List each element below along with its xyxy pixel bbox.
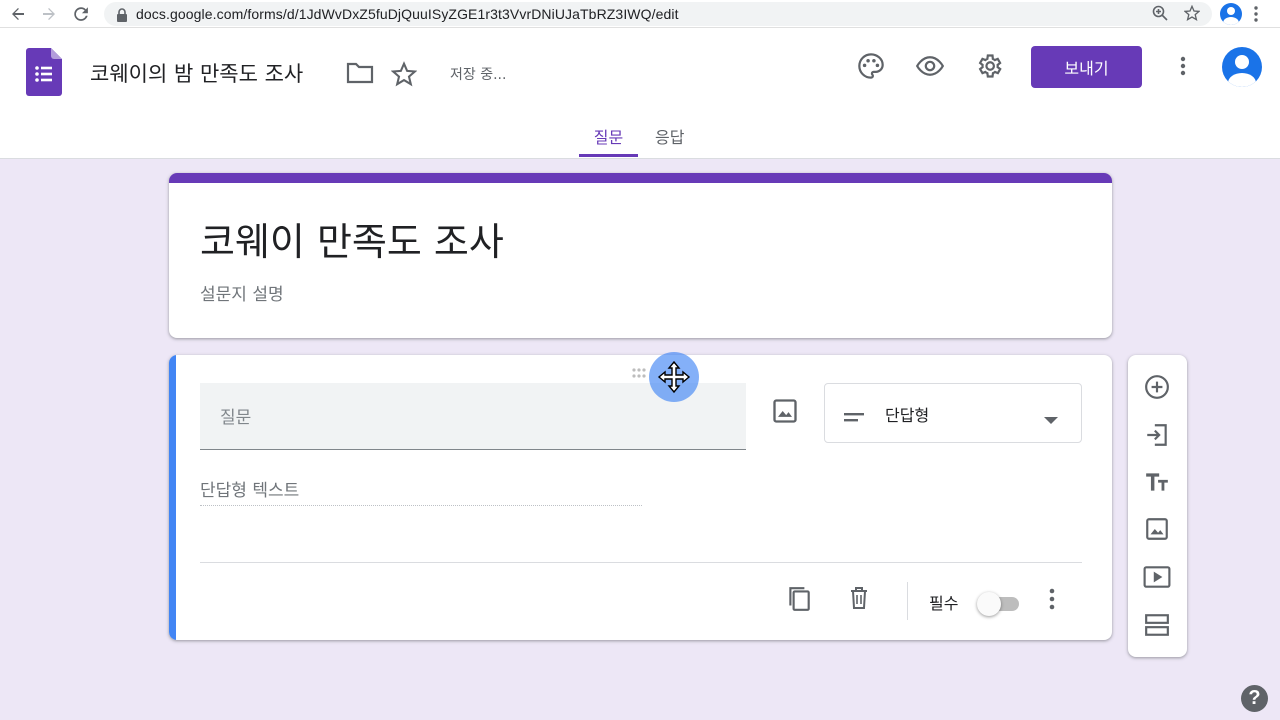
question-type-label: 단답형 [885,406,930,425]
profile-icon[interactable] [1220,3,1242,25]
browser-menu-icon[interactable] [1254,6,1258,26]
tab-responses[interactable]: 응답 [655,124,684,157]
add-video-icon[interactable] [1143,563,1171,591]
active-card-indicator [169,355,176,640]
short-answer-icon [844,408,866,427]
required-label: 필수 [929,594,959,613]
saving-status: 저장 중... [450,67,507,83]
reload-icon[interactable] [70,3,92,25]
bookmark-star-icon[interactable] [1183,4,1201,25]
question-type-dropdown[interactable]: 단답형 [824,383,1082,443]
card-footer-divider [200,562,1082,563]
forward-arrow-icon[interactable] [38,3,60,25]
footer-separator [907,582,908,620]
account-avatar[interactable] [1222,47,1262,87]
chevron-down-icon [1044,410,1058,429]
question-more-icon[interactable] [1049,588,1055,614]
app-header: 코웨이의 밤 만족도 조사 저장 중... 보내기 질문 응답 [0,28,1280,159]
duplicate-icon[interactable] [786,585,812,617]
palette-icon[interactable] [857,52,885,80]
browser-toolbar: docs.google.com/forms/d/1JdWvDxZ5fuDjQuu… [0,0,1280,28]
drag-handle-icon[interactable] [631,364,651,383]
help-icon[interactable]: ? [1241,685,1268,712]
document-title[interactable]: 코웨이의 밤 만족도 조사 [90,58,303,88]
delete-trash-icon[interactable] [847,585,871,615]
title-card-accent-bar [169,173,1112,183]
add-section-icon[interactable] [1143,611,1171,639]
side-toolbar [1128,355,1187,657]
toggle-knob [977,592,1001,616]
zoom-icon[interactable] [1152,5,1168,25]
forms-logo-icon[interactable] [26,48,62,96]
form-title-card: 코웨이 만족도 조사 설문지 설명 [169,173,1112,338]
send-button[interactable]: 보내기 [1031,46,1142,88]
short-answer-field: 단답형 텍스트 [200,476,642,506]
back-arrow-icon[interactable] [7,3,29,25]
required-toggle[interactable] [977,592,1023,616]
tab-questions[interactable]: 질문 [579,124,638,157]
question-card: 질문 단답형 단답형 텍스트 필수 [169,355,1112,640]
preview-eye-icon[interactable] [915,52,945,80]
form-description[interactable]: 설문지 설명 [200,280,284,305]
import-questions-icon[interactable] [1143,421,1171,449]
add-title-icon[interactable] [1143,468,1171,496]
more-options-icon[interactable] [1180,56,1186,76]
form-title[interactable]: 코웨이 만족도 조사 [200,211,504,266]
url-text: docs.google.com/forms/d/1JdWvDxZ5fuDjQuu… [136,6,679,22]
add-image-icon[interactable] [1143,515,1171,543]
star-icon[interactable] [391,61,417,87]
settings-gear-icon[interactable] [975,52,1003,80]
lock-icon [116,7,128,26]
add-question-icon[interactable] [1143,373,1171,401]
add-image-icon[interactable] [771,397,799,429]
address-bar[interactable]: docs.google.com/forms/d/1JdWvDxZ5fuDjQuu… [104,2,1212,26]
move-cursor-icon [649,352,699,402]
folder-icon[interactable] [346,61,374,85]
